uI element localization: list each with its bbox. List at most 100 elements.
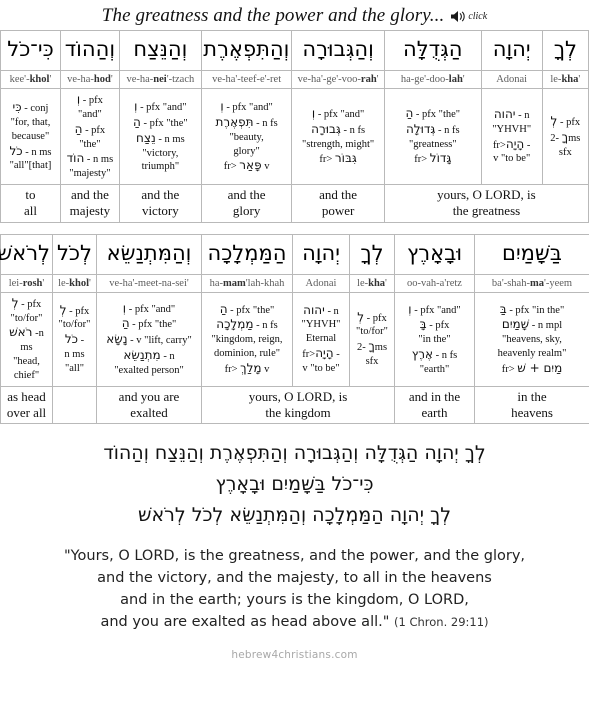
parsing-cell: וְ - pfx "and" הַ - pfx "the" נֵצַח - n ms… [118,87,202,186]
english-gloss-cell: and the majesty [59,184,120,223]
parsing-line: יהוה - n [303,302,339,317]
parsing-line: "in the" [418,334,451,346]
parsing-line: "strength, might" [302,138,375,150]
english-translation-block: "Yours, O LORD, is the greatness, and th… [0,533,589,633]
hebrew-word: יְהוָה [492,37,531,62]
parsing-line: נֵצַח - n ms [136,130,185,145]
hebrew-word: כִּי־כֹל [7,37,54,62]
hebrew-word: הַגְּדֻלָּה [403,37,463,62]
parsing-row: כִּי - conj "for, that, because" כֹל - n ms… [0,87,589,186]
parsing-line: מַמְלָכָה - n fs [216,317,278,332]
parsing-line: "exalted person" [114,365,184,377]
parsing-line: בַּ - pfx "in the" [499,301,565,316]
page-title: The greatness and the power and the glor… [101,5,445,26]
hebrew-word-cell[interactable]: הַגְּדֻלָּה [383,30,482,71]
parsing-line: לְ - pfx [357,309,387,324]
parsing-line: "majesty" [69,168,111,180]
parsing-line: "victory, [142,147,179,159]
transliteration-cell: ve-ha'-meet-na-sei' [96,273,202,293]
parsing-line: לְ - pfx [59,302,90,317]
audio-click-label: click [468,10,488,22]
parsing-cell: כִּי - conj "for, that, because" כֹל - n ms… [0,87,61,186]
hebrew-word-cell[interactable]: לְכֹל [52,233,97,275]
hebrew-word-cell[interactable]: יְהוָה [480,30,543,71]
gloss-line: over all [6,405,47,421]
parsing-line: fr> מָלַךְ v [224,361,270,376]
parsing-line: כֹל - [64,332,85,347]
parsing-line: הַ - pfx "the" [121,316,177,331]
hebrew-word-row: לְרֹאשׁ לְכֹל וְהַמִּתְנַשֵּׂא הַמַּמְלָ… [0,233,589,275]
parsing-line: תִּפְאֶרֶת - n fs [215,114,278,129]
audio-play-button[interactable]: click [450,10,487,23]
parsing-line: "heavens, sky, [502,334,562,346]
gloss-line: earth [421,405,448,421]
hebrew-word: וְהַגְּבוּרָה [302,37,374,62]
parsing-line: "to/for" [10,312,43,324]
verse-reference: (1 Chron. 29:11) [394,614,489,629]
parsing-line: נָשָׂא - v "lift, carry" [106,332,192,347]
parsing-cell: הַ - pfx "the" גְּדוּלָה - n fs "greatness… [383,87,482,186]
hebrew-word-cell[interactable]: וְהַמִּתְנַשֵּׂא [96,233,202,275]
parsing-line: וְ - pfx "and" [311,105,365,120]
hebrew-word-cell[interactable]: בַּשָּׁמַיִם [474,233,589,275]
parsing-line: heavenly realm" [497,348,567,360]
transliteration-cell: le-khol' [52,273,97,293]
transliteration-cell: Adonai [292,273,350,293]
parsing-line: "greatness" [408,138,457,150]
transliteration-cell: ha-mam'lah-khah [201,273,293,293]
parsing-line: dominion, rule" [213,348,281,360]
parsing-line: הַ - pfx "the" [405,105,461,120]
transliteration-row: kee'-khol' ve-ha-hod' ve-ha-nei'-tzach v… [0,70,589,89]
hebrew-word: הַמַּמְלָכָה [207,241,287,266]
gloss-line: the kingdom [265,405,331,421]
hebrew-word-cell[interactable]: וְהַגְּבוּרָה [291,30,385,71]
transliteration-cell: Adonai [480,70,543,89]
hebrew-word: לְכֹל [57,241,92,266]
hebrew-word-cell[interactable]: וְהַהוֹד [59,30,120,71]
hebrew-word: בַּשָּׁמַיִם [502,241,562,266]
parsing-line: because" [11,130,50,142]
gloss-line: and the [70,187,109,203]
parsing-line: הַ - pfx "the" [133,114,188,129]
hebrew-word-cell[interactable]: וּבָאָרֶץ [394,233,475,275]
hebrew-word-cell[interactable]: כִּי־כֹל [0,30,61,71]
parsing-line: Eternal [305,333,337,345]
parsing-line: v "to be" [493,153,531,165]
parsing-line: שָׁמַיִם - n mpl [501,317,563,332]
hebrew-word-cell[interactable]: יְהוָה [292,233,350,275]
parsing-cell: הַ - pfx "the" מַמְלָכָה - n fs "kingdom, … [201,291,293,387]
hebrew-word-cell[interactable]: לְךָ [541,30,589,71]
parsing-line: וְ - pfx "and" [408,301,461,316]
english-gloss-cell: in the heavens [474,385,589,425]
hebrew-word: וְהַמִּתְנַשֵּׂא [106,241,192,266]
hebrew-word-cell[interactable]: וְהַתִּפְאֶרֶת [200,30,293,71]
gloss-line: and you are [118,388,180,404]
english-gloss-cell: and you are exalted [96,385,202,425]
english-gloss-cell: to all [0,184,61,223]
speaker-icon [451,10,465,22]
hebrew-verse-line: לְךָ יְהוָה הַמַּמְלָכָה וְהַמִּתְנַשֵּׂ… [137,503,452,526]
interlinear-table-row1: כִּי־כֹל וְהַהוֹד וְהַנֵּצַח וְהַתִּפְאֶ… [0,30,589,223]
gloss-line: and the [141,187,180,203]
parsing-line: v "to be" [302,363,340,375]
parsing-line: "to/for" [58,319,91,331]
parsing-line: רֹאשׁ -n [9,325,44,340]
hebrew-verse-line: לְךָ יְהוָה הַגְּדֻלָּה וְהַגְּבוּרָה וְ… [103,442,486,465]
english-gloss-cell: and in the earth [394,385,475,425]
hebrew-word-cell[interactable]: וְהַנֵּצַח [118,30,202,71]
english-gloss-cell: and the power [291,184,385,223]
hebrew-word-cell[interactable]: לְרֹאשׁ [0,233,53,275]
parsing-cell: וְ - pfx "and" גְּבוּרָה - n fs "strength,… [291,87,385,186]
parsing-line: גְּדוּלָה - n fs [405,121,460,136]
parsing-line: chief" [13,369,40,381]
parsing-line: כֹל - n ms [9,143,52,158]
gloss-line: heavens [511,405,553,421]
hebrew-word-cell[interactable]: הַמַּמְלָכָה [201,233,293,275]
english-gloss-cell: and the victory [118,184,202,223]
transliteration-cell: ve-ha'-ge'-voo-rah' [291,70,385,89]
parsing-cell: לְ - pfx "to/for" כֹל - n ms "all" [52,291,97,387]
transliteration-cell: le-kha' [541,70,589,89]
parsing-line: "earth" [419,364,450,376]
hebrew-word-cell[interactable]: לְךָ [349,233,395,275]
parsing-cell: לְ - pfx "to/for" רֹאשׁ -n ms "head, chief" [0,291,53,387]
